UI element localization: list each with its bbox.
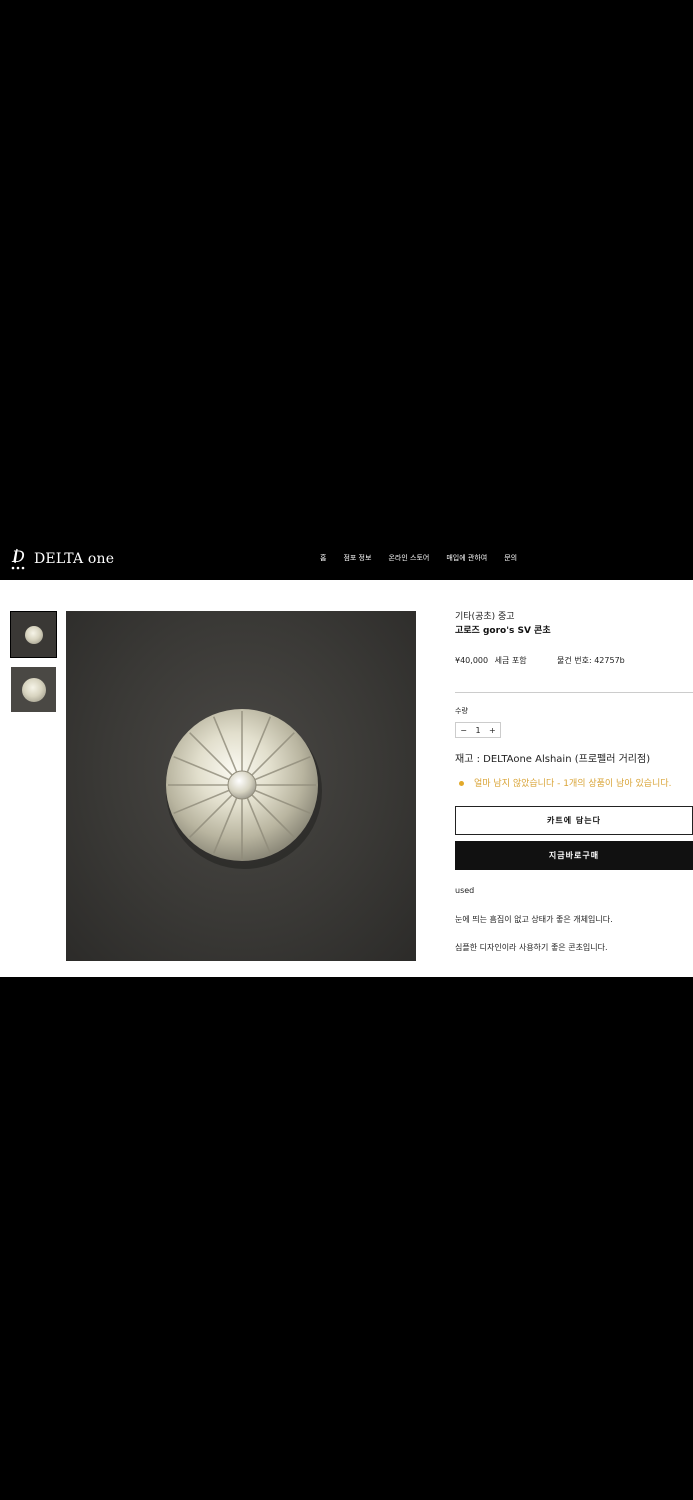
- delta-logo-icon: D: [11, 547, 25, 570]
- product-main-image[interactable]: [66, 611, 416, 961]
- thumbnail-2[interactable]: [11, 667, 56, 712]
- stock-location: 재고 : DELTAone Alshain (프로펠러 거리점): [455, 754, 651, 765]
- nav-item-home[interactable]: 홈: [320, 553, 326, 563]
- divider: [455, 692, 693, 693]
- nav-item-contact[interactable]: 문의: [504, 553, 517, 563]
- nav-item-purchase[interactable]: 매입에 관하여: [446, 553, 487, 563]
- brand-name: DELTA one: [34, 551, 115, 567]
- low-stock-text: 얼마 남지 않았습니다 - 1개의 상품이 남아 있습니다.: [474, 779, 672, 789]
- nav-item-store-info[interactable]: 점포 정보: [343, 553, 371, 563]
- tax-note: 세금 포함: [494, 656, 527, 665]
- quantity-increase-button[interactable]: +: [489, 726, 496, 735]
- product-price: ¥40,000: [455, 656, 489, 665]
- product-category: 기타(공초) 중고: [455, 612, 515, 622]
- buy-now-button[interactable]: 지금바로구매: [455, 841, 693, 870]
- concho-thumbnail-image: [21, 677, 46, 702]
- concho-image: [166, 709, 322, 869]
- description-line: used: [455, 886, 475, 895]
- thumbnail-1[interactable]: [10, 611, 57, 658]
- low-stock-notice: 얼마 남지 않았습니다 - 1개의 상품이 남아 있습니다.: [459, 776, 671, 789]
- product-title: 고로즈 goro's SV 콘초: [455, 626, 551, 636]
- description-line: 심플한 디자인이라 사용하기 좋은 콘초입니다.: [455, 943, 608, 952]
- quantity-label: 수량: [455, 707, 468, 715]
- main-nav: 홈 점포 정보 온라인 스토어 매입에 관하여 문의: [320, 553, 534, 563]
- brand-logo[interactable]: D DELTA one: [10, 545, 114, 573]
- quantity-decrease-button[interactable]: −: [460, 726, 467, 735]
- quantity-stepper: − 1 +: [455, 722, 501, 738]
- product-sku: 물건 번호: 42757b: [557, 656, 625, 665]
- product-panel: 기타(공초) 중고 고로즈 goro's SV 콘초 ¥40,000 세금 포함…: [0, 580, 693, 977]
- svg-text:D: D: [11, 547, 25, 566]
- nav-item-online-store[interactable]: 온라인 스토어: [388, 553, 429, 563]
- concho-thumbnail-image: [24, 625, 43, 644]
- warning-dot-icon: [459, 781, 464, 786]
- product-price-row: ¥40,000 세금 포함: [455, 655, 527, 666]
- description-line: 눈에 띄는 흠집이 없고 상태가 좋은 개체입니다.: [455, 915, 613, 924]
- add-to-cart-button[interactable]: 카트에 담는다: [455, 806, 693, 835]
- quantity-value[interactable]: 1: [475, 726, 480, 735]
